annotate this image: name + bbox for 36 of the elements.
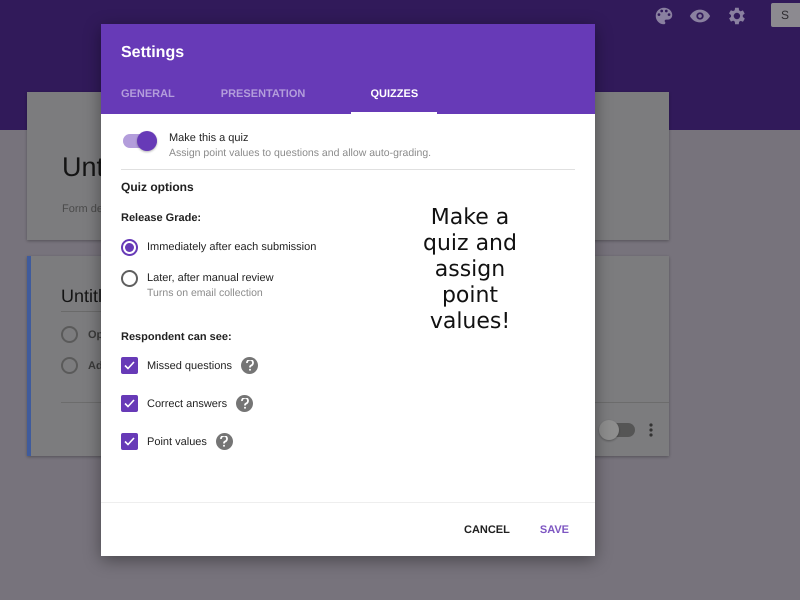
radio-button[interactable] <box>121 239 138 256</box>
required-toggle[interactable] <box>601 423 635 437</box>
toggle-label: Make this a quiz <box>169 132 250 144</box>
option-hint: Turns on email collection <box>147 287 264 299</box>
tab[interactable]: QUIZZES <box>351 88 438 114</box>
tab[interactable]: GENERAL <box>121 88 175 114</box>
checkbox-label: Missed questions <box>147 360 232 372</box>
palette-icon[interactable] <box>653 5 675 27</box>
checkbox-label: Correct answers <box>147 398 228 410</box>
toggle-description: Assign point values to questions and allow auto-grading. <box>169 147 432 159</box>
group-label: Respondent can see: <box>121 331 232 343</box>
option-label: Immediately after each submission <box>147 241 316 253</box>
check-icon <box>124 437 135 446</box>
radio-circle <box>61 357 78 374</box>
checkbox[interactable] <box>121 357 138 374</box>
help-icon[interactable] <box>241 357 258 374</box>
more-icon[interactable] <box>649 423 653 437</box>
check-icon <box>124 399 135 408</box>
check-icon <box>124 361 135 370</box>
help-icon[interactable] <box>216 433 233 450</box>
checkbox[interactable] <box>121 433 138 450</box>
section-title: Quiz options <box>121 180 194 194</box>
checkbox-label: Point values <box>147 436 207 448</box>
dialog-title: Settings <box>121 44 186 62</box>
radio-circle <box>61 326 78 343</box>
group-label: Release Grade: <box>121 212 202 224</box>
annotation-text: Make a quiz and assign point values! <box>422 205 518 335</box>
cancel-button[interactable]: CANCEL <box>464 520 510 540</box>
save-button[interactable]: SAVE <box>540 520 569 540</box>
radio-button[interactable] <box>121 270 138 287</box>
help-icon[interactable] <box>236 395 254 412</box>
option-label: Later, after manual review <box>147 272 274 284</box>
send-button[interactable]: S <box>771 3 800 27</box>
quiz-toggle[interactable] <box>123 134 157 148</box>
tab[interactable]: PRESENTATION <box>220 88 306 114</box>
checkbox[interactable] <box>121 395 138 412</box>
